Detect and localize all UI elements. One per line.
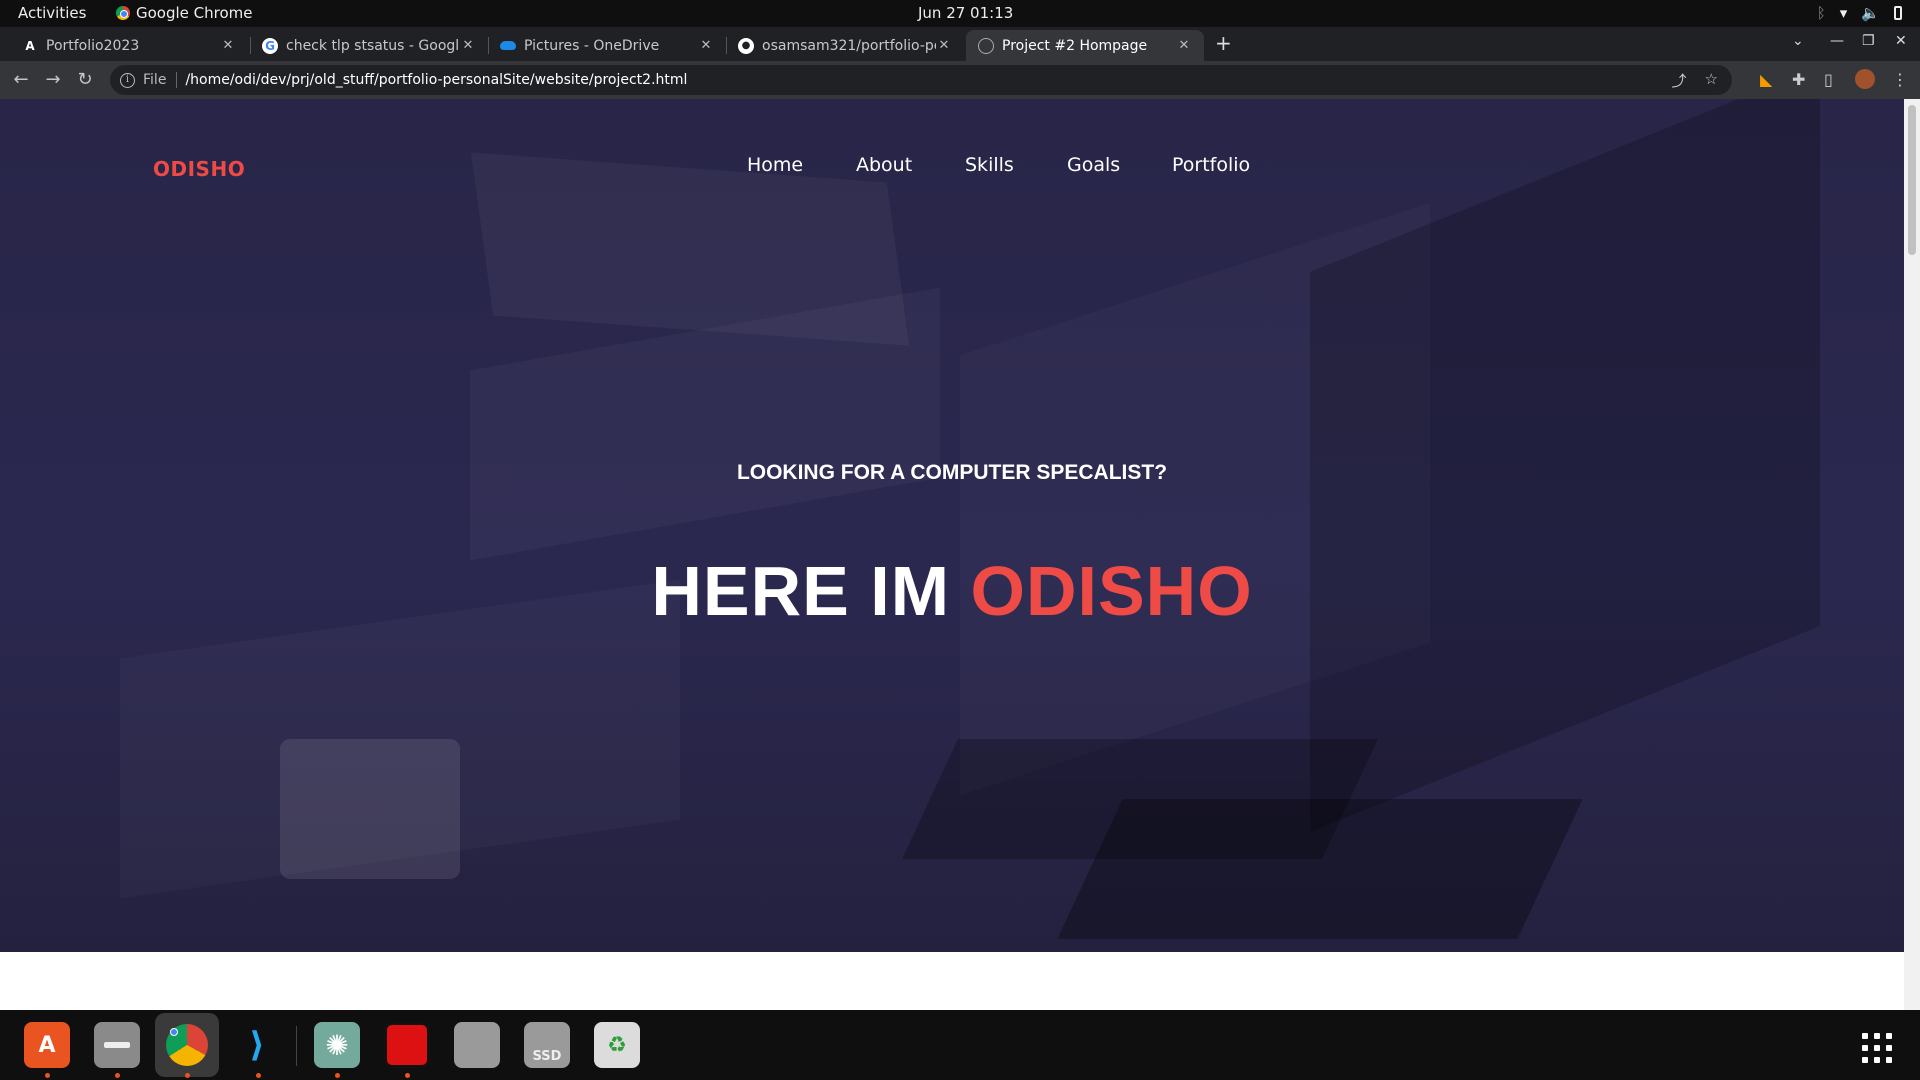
tab-search-icon[interactable]: ⌄ [1792,33,1804,49]
forward-button[interactable]: → [42,69,64,90]
url-scheme: File [143,72,167,88]
nav-home[interactable]: Home [747,154,803,176]
rss-extension-icon[interactable]: ◣ [1760,70,1772,89]
nav-about[interactable]: About [856,154,912,176]
github-icon: ● [738,37,754,54]
back-button[interactable]: ← [10,69,32,90]
close-icon[interactable]: ✕ [460,38,476,53]
reload-button[interactable]: ↻ [74,69,96,90]
onedrive-cloud-icon [500,41,516,50]
system-top-bar: Activities Google Chrome Jun 27 01:13 ᛒ … [0,0,1920,27]
battery-icon [1894,6,1902,20]
trash-icon[interactable]: ♻ [594,1022,640,1068]
bookmark-star-icon[interactable]: ☆ [1705,70,1718,91]
app-name: Google Chrome [136,4,253,22]
wifi-icon: ▾ [1839,4,1848,22]
page-scrollbar[interactable] [1904,99,1920,1010]
tab-strip: A Portfolio2023 ✕ G check tlp stsatus - … [0,27,1920,61]
profile-avatar[interactable] [1855,69,1875,89]
close-icon[interactable]: ✕ [698,38,714,53]
site-logo[interactable]: ODISHO [153,157,245,181]
hero-tagline: LOOKING FOR A COMPUTER SPECALIST? [736,461,1168,484]
new-tab-button[interactable]: + [1215,31,1232,55]
chrome-icon[interactable] [155,1013,219,1077]
chatgpt-icon[interactable]: ✺ [314,1022,360,1068]
nav-goals[interactable]: Goals [1067,154,1120,176]
url-text[interactable]: /home/odi/dev/prj/old_stuff/portfolio-pe… [185,72,687,88]
minimize-button[interactable]: — [1830,33,1844,49]
webpage: ODISHO Home About Skills Goals Portfolio… [0,99,1904,1010]
dock: A ⟩ ✺ SSD ♻ [0,1010,1920,1080]
bluetooth-icon: ᛒ [1816,4,1826,22]
close-icon[interactable]: ✕ [220,38,236,53]
ubuntu-software-icon[interactable]: A [24,1022,70,1068]
app-menu[interactable]: Google Chrome [116,4,253,22]
system-tray[interactable]: ᛒ ▾ 🔈 [1817,4,1902,22]
tab-title: Pictures - OneDrive [524,37,660,54]
globe-icon [978,37,994,54]
hero-section: ODISHO Home About Skills Goals Portfolio… [0,99,1904,952]
app-logo-icon: A [25,38,35,53]
volume-icon: 🔈 [1861,4,1880,22]
tab-project2-homepage[interactable]: Project #2 Hompage ✕ [966,30,1204,61]
share-icon[interactable]: ⤴ [1672,70,1687,91]
chrome-icon [116,6,130,20]
extensions-puzzle-icon[interactable]: ✚ [1792,70,1805,89]
close-icon[interactable]: ✕ [936,38,952,53]
side-panel-icon[interactable]: ▯ [1824,70,1833,89]
scrollbar-thumb[interactable] [1908,105,1916,255]
remote-desktop-icon[interactable] [384,1022,430,1068]
tab-github[interactable]: ● osamsam321/portfolio-personalSite ✕ [726,30,964,61]
info-icon[interactable]: i [120,72,135,88]
tab-onedrive[interactable]: Pictures - OneDrive ✕ [488,30,726,61]
vscode-icon[interactable]: ⟩ [234,1022,280,1068]
tab-title: Project #2 Hompage [1002,37,1148,54]
files-icon[interactable] [94,1022,140,1068]
tab-title: Portfolio2023 [46,37,140,54]
show-applications-icon[interactable] [1862,1033,1892,1063]
menu-kebab-icon[interactable]: ⋮ [1892,70,1908,89]
tab-portfolio2023[interactable]: A Portfolio2023 ✕ [10,30,248,61]
nav-skills[interactable]: Skills [965,154,1014,176]
google-icon: G [262,37,278,54]
tab-title: check tlp stsatus - Google Search [286,37,460,54]
clock[interactable]: Jun 27 01:13 [918,4,1013,22]
headline-accent-name: ODISHO [970,552,1253,630]
activities-button[interactable]: Activities [18,4,86,22]
disk-icon[interactable] [454,1022,500,1068]
nav-portfolio[interactable]: Portfolio [1172,154,1250,176]
close-icon[interactable]: ✕ [1176,38,1192,53]
address-bar[interactable]: i File /home/odi/dev/prj/old_stuff/portf… [110,65,1732,95]
tab-google-search[interactable]: G check tlp stsatus - Google Search ✕ [250,30,488,61]
close-window-button[interactable]: ✕ [1895,33,1907,49]
tab-title: osamsam321/portfolio-personalSite [762,37,936,54]
headline-prefix: HERE IM [651,552,951,630]
hero-headline: HERE IM ODISHO [0,551,1904,631]
restore-button[interactable]: ❐ [1862,33,1875,49]
browser-toolbar: ← → ↻ i File /home/odi/dev/prj/old_stuff… [0,61,1920,99]
ssd-icon[interactable]: SSD [524,1022,570,1068]
